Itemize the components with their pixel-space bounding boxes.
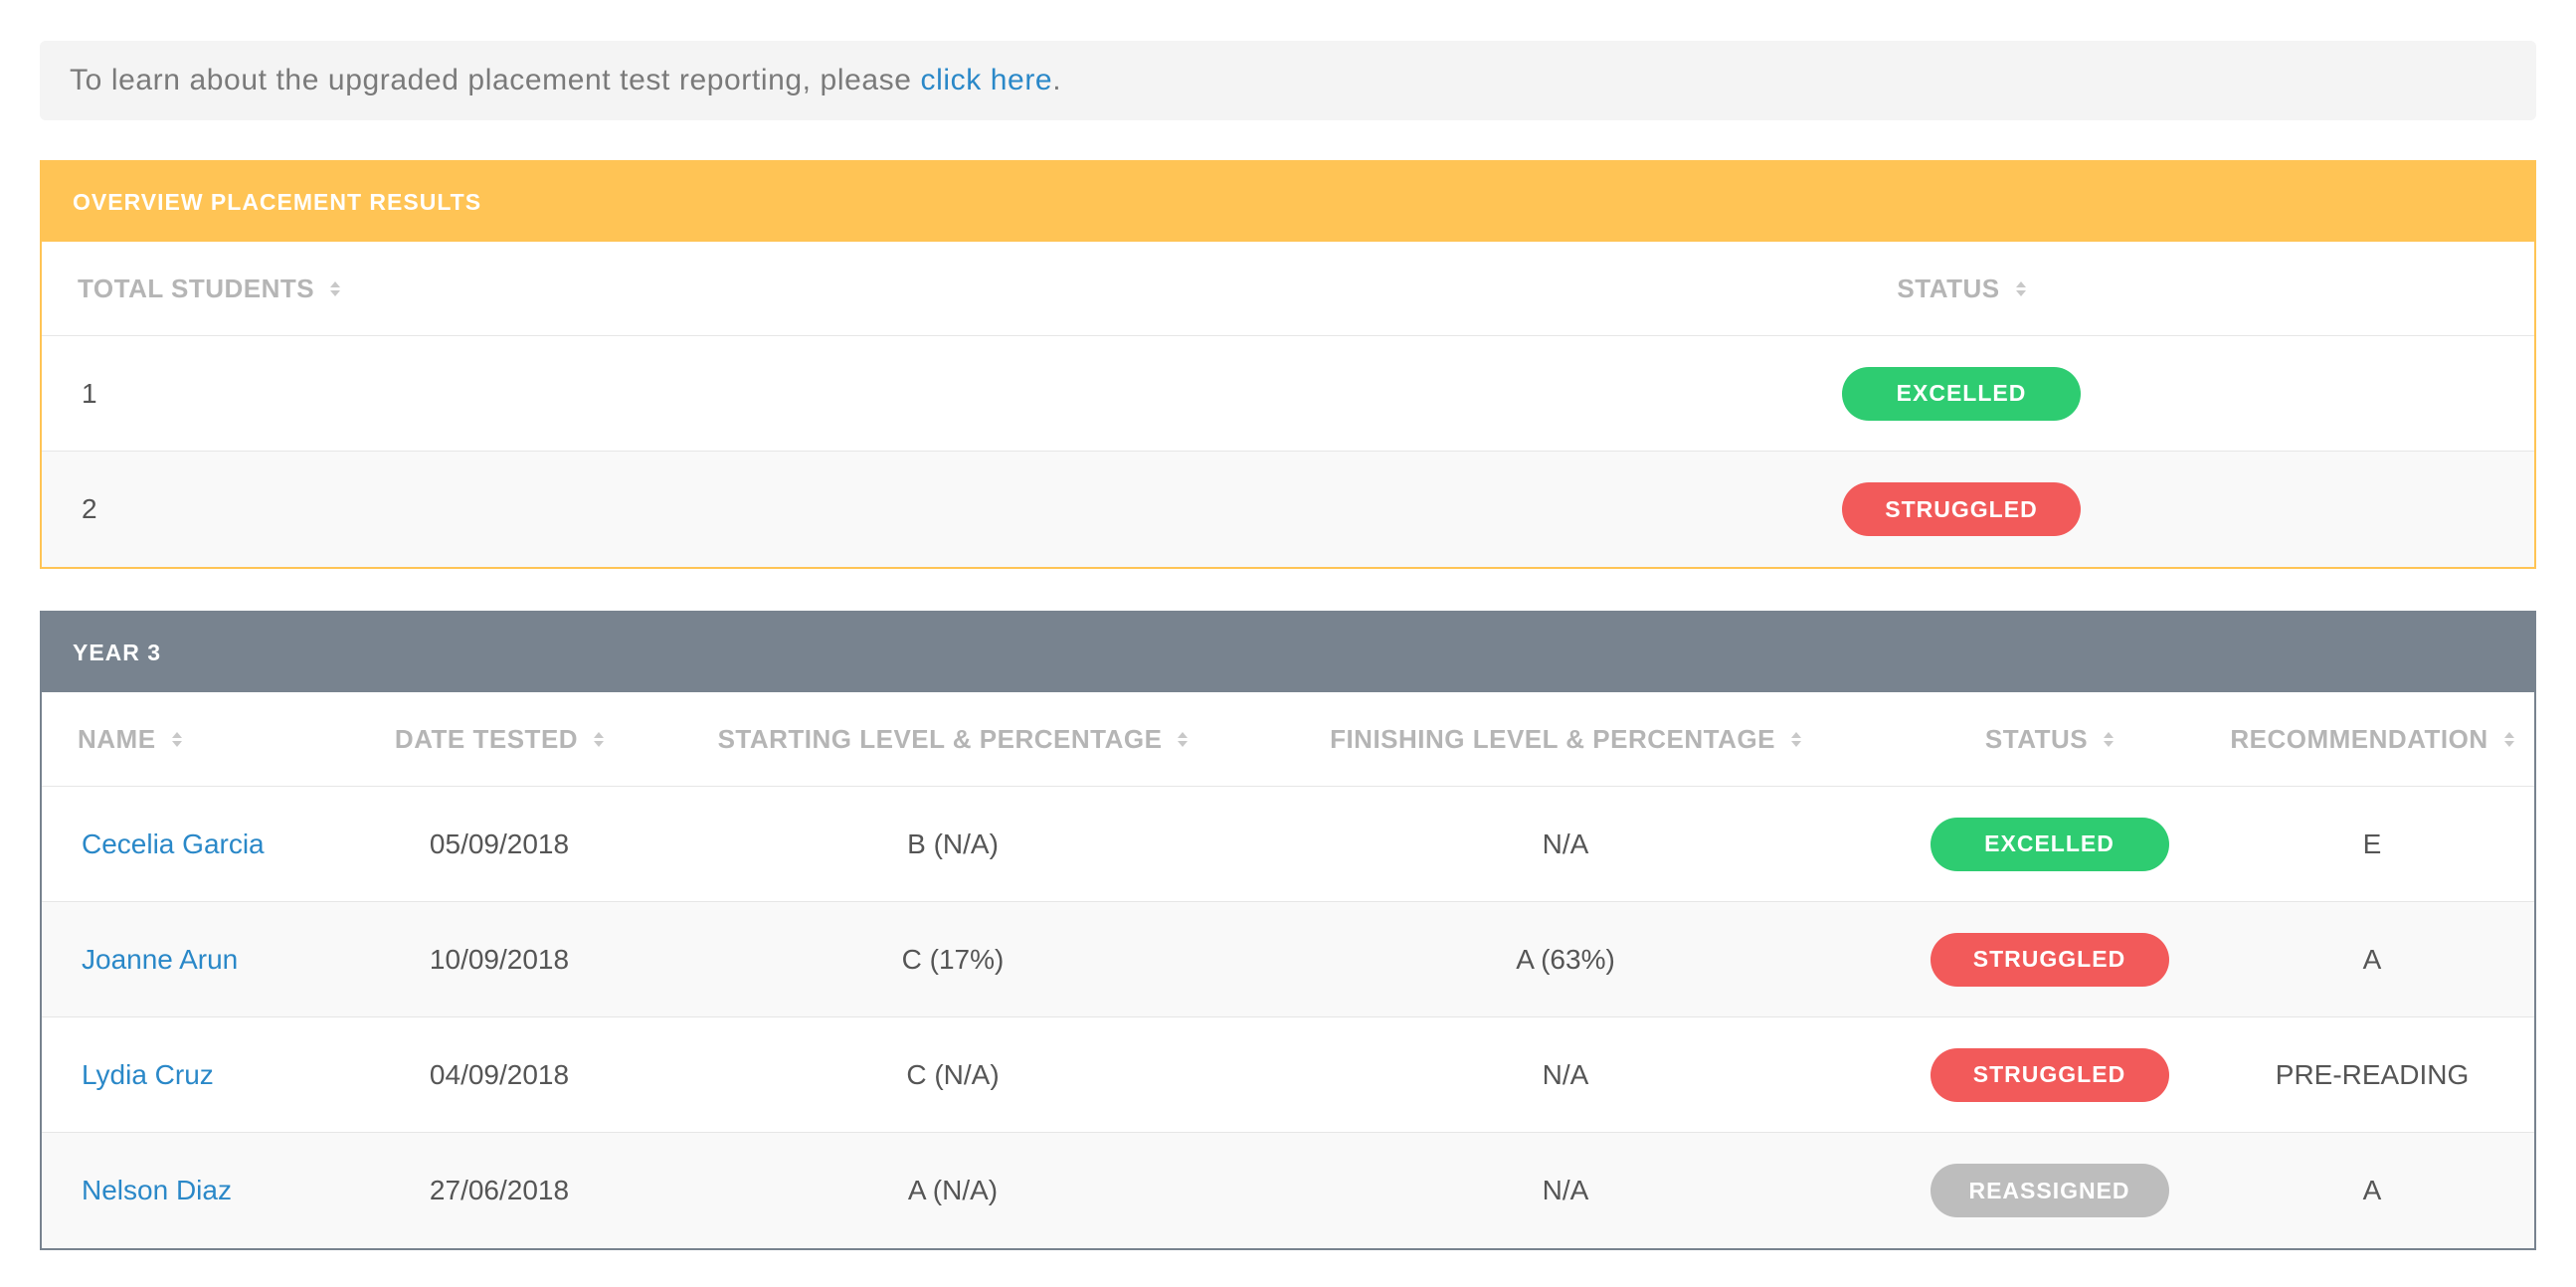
status-cell: STRUGGLED [1787, 482, 2135, 536]
status-badge: EXCELLED [1930, 817, 2169, 871]
recommendation: PRE-READING [2275, 1058, 2470, 1090]
status-cell: EXCELLED [1787, 366, 2135, 421]
sort-icon [171, 731, 182, 747]
finishing-level: N/A [1542, 827, 1589, 859]
overview-row: 1 EXCELLED [42, 336, 2534, 452]
student-name-link[interactable]: Joanne Arun [82, 944, 238, 975]
student-name-link[interactable]: Cecelia Garcia [82, 828, 265, 859]
notice-text: To learn about the upgraded placement te… [70, 64, 912, 96]
sort-icon [594, 731, 605, 747]
year-header-row: NAME DATE TESTED STARTING LEVEL & PERCEN… [42, 692, 2534, 787]
finishing-level: N/A [1542, 1058, 1589, 1090]
notice-end: . [1052, 64, 1062, 96]
name-header-label: NAME [78, 723, 156, 754]
sort-icon [330, 280, 341, 296]
status-badge: REASSIGNED [1930, 1164, 2169, 1217]
status-header-label: STATUS [1984, 723, 2089, 754]
status-badge: STRUGGLED [1930, 1047, 2169, 1102]
sort-icon [2503, 731, 2514, 747]
status-cell: REASSIGNED [1889, 1164, 2210, 1217]
finishing-level: N/A [1542, 1175, 1589, 1205]
year-panel: YEAR 3 NAME DATE TESTED STARTING LEVEL &… [40, 611, 2536, 1250]
date-tested: 04/09/2018 [429, 1058, 570, 1090]
status-cell: STRUGGLED [1889, 932, 2210, 987]
student-name-link[interactable]: Nelson Diaz [82, 1175, 232, 1205]
starting-level: C (N/A) [906, 1058, 1000, 1090]
date-tested: 27/06/2018 [429, 1175, 570, 1205]
student-name-link[interactable]: Lydia Cruz [82, 1059, 214, 1090]
name-header[interactable]: NAME [42, 724, 335, 755]
total-students-header-label: TOTAL STUDENTS [78, 273, 315, 303]
overview-status-header[interactable]: STATUS [1787, 274, 2135, 304]
click-here-link[interactable]: click here [920, 64, 1052, 97]
starting-level-header[interactable]: STARTING LEVEL & PERCENTAGE [663, 724, 1242, 755]
status-badge: EXCELLED [1842, 366, 2081, 421]
status-badge: STRUGGLED [1842, 482, 2081, 536]
status-badge: STRUGGLED [1930, 932, 2169, 987]
date-tested-header-label: DATE TESTED [394, 723, 579, 754]
overview-title: OVERVIEW PLACEMENT RESULTS [42, 162, 2534, 242]
date-tested-header[interactable]: DATE TESTED [335, 724, 663, 755]
overview-status-header-label: STATUS [1897, 273, 2000, 303]
total-value: 1 [82, 377, 97, 409]
info-notice: To learn about the upgraded placement te… [40, 41, 2536, 120]
page: To learn about the upgraded placement te… [40, 41, 2536, 1250]
status-cell: EXCELLED [1889, 817, 2210, 871]
sort-icon [2104, 731, 2115, 747]
recommendation-header[interactable]: RECOMMENDATION [2210, 724, 2534, 755]
total-value: 2 [82, 493, 97, 524]
starting-level: C (17%) [901, 943, 1005, 975]
table-row: Joanne Arun 10/09/2018 C (17%) A (63%) S… [42, 902, 2534, 1017]
table-row: Lydia Cruz 04/09/2018 C (N/A) N/A STRUGG… [42, 1017, 2534, 1133]
total-students-header[interactable]: TOTAL STUDENTS [42, 274, 1787, 304]
overview-header-row: TOTAL STUDENTS STATUS [42, 242, 2534, 336]
date-tested: 05/09/2018 [429, 827, 570, 859]
recommendation: A [2362, 1175, 2382, 1205]
table-row: Cecelia Garcia 05/09/2018 B (N/A) N/A EX… [42, 787, 2534, 902]
recommendation: E [2362, 827, 2382, 859]
sort-icon [1790, 731, 1801, 747]
status-cell: STRUGGLED [1889, 1047, 2210, 1102]
date-tested: 10/09/2018 [429, 943, 570, 975]
sort-icon [2015, 280, 2026, 296]
finishing-level: A (63%) [1516, 943, 1615, 975]
sort-icon [1178, 731, 1189, 747]
recommendation: A [2362, 943, 2382, 975]
finishing-level-header-label: FINISHING LEVEL & PERCENTAGE [1330, 723, 1775, 754]
overview-row: 2 STRUGGLED [42, 452, 2534, 567]
starting-level: A (N/A) [907, 1175, 999, 1205]
starting-level-header-label: STARTING LEVEL & PERCENTAGE [717, 723, 1163, 754]
table-row: Nelson Diaz 27/06/2018 A (N/A) N/A REASS… [42, 1133, 2534, 1248]
overview-panel: OVERVIEW PLACEMENT RESULTS TOTAL STUDENT… [40, 160, 2536, 569]
finishing-level-header[interactable]: FINISHING LEVEL & PERCENTAGE [1242, 724, 1889, 755]
status-header[interactable]: STATUS [1889, 724, 2210, 755]
recommendation-header-label: RECOMMENDATION [2230, 723, 2488, 754]
year-title: YEAR 3 [42, 613, 2534, 692]
starting-level: B (N/A) [907, 827, 999, 859]
